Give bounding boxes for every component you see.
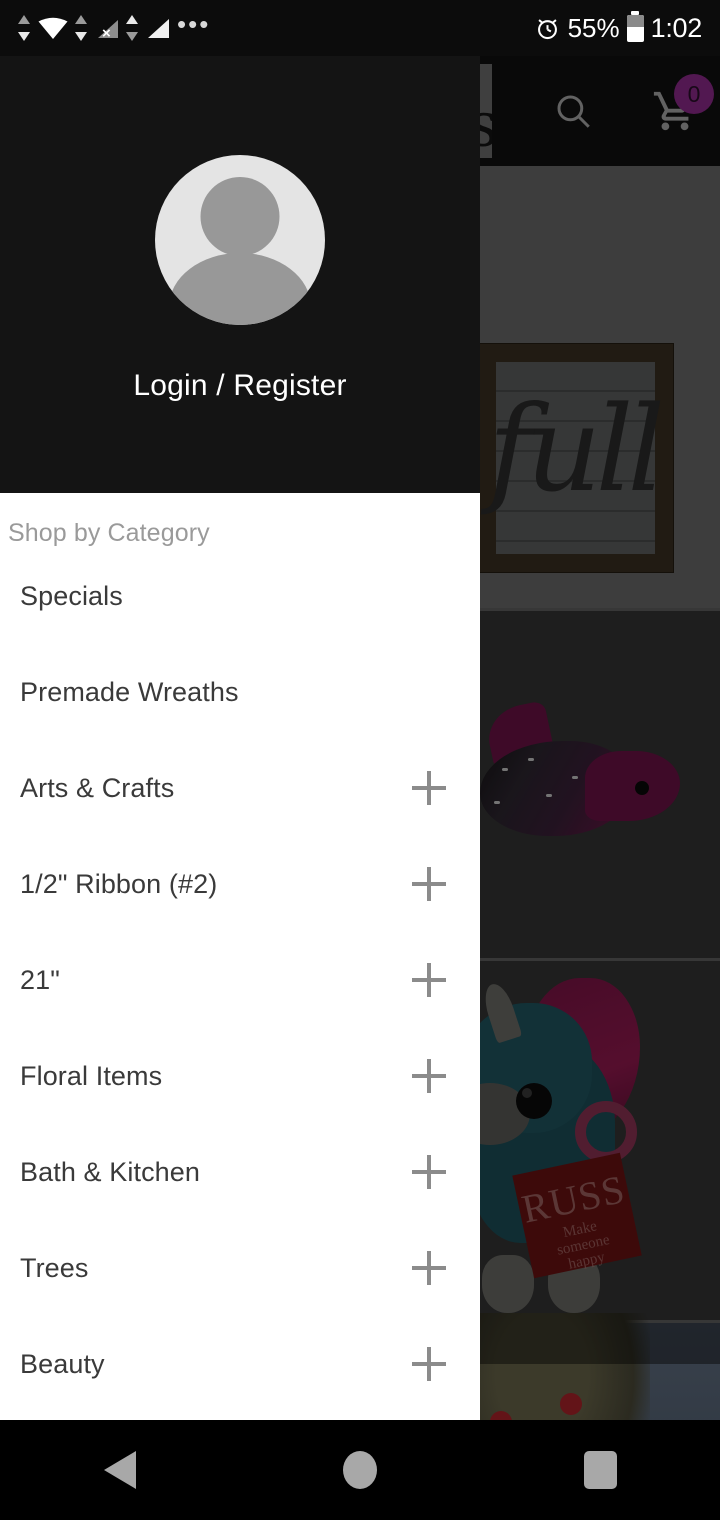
menu-item-label: Premade Wreaths (20, 676, 239, 707)
login-register-button[interactable]: Login / Register (133, 369, 346, 403)
battery-percent-label: 55% (567, 12, 620, 43)
menu-item[interactable]: Premade Wreaths (0, 644, 480, 740)
menu-item-label: Floral Items (20, 1060, 163, 1091)
menu-item-label: Bath & Kitchen (20, 1156, 201, 1187)
recents-button[interactable] (583, 1451, 617, 1489)
expand-plus-icon[interactable] (412, 1251, 446, 1285)
menu-item[interactable]: Arts & Crafts (0, 740, 480, 836)
data-transfer-icon (126, 13, 139, 43)
expand-plus-icon[interactable] (412, 771, 446, 805)
menu-item-label: 1/2" Ribbon (#2) (20, 868, 218, 899)
menu-item[interactable]: Beauty (0, 1316, 480, 1412)
expand-plus-icon[interactable] (412, 1347, 446, 1381)
status-bar: × ••• 55% 1:02 (0, 0, 720, 56)
battery-icon (626, 10, 644, 42)
expand-plus-icon[interactable] (412, 1059, 446, 1093)
navigation-drawer: Login / Register Shop by Category Specia… (0, 56, 480, 1420)
menu-item[interactable]: Autumn/Halloween (0, 1412, 480, 1420)
data-transfer-icon (75, 13, 88, 43)
data-transfer-icon (18, 13, 31, 43)
menu-item-label: Arts & Crafts (20, 772, 175, 803)
menu-item[interactable]: Bath & Kitchen (0, 1124, 480, 1220)
drawer-menu-list: Shop by Category Specials Premade Wreaths… (0, 493, 480, 1420)
expand-plus-icon[interactable] (412, 867, 446, 901)
phone-screen: s 0 full RUSS Make someone happy Login /… (0, 0, 720, 1520)
menu-item-label: Beauty (20, 1348, 105, 1379)
menu-item-label: 21" (20, 964, 60, 995)
signal-no-sim-icon: × (94, 16, 120, 42)
drawer-header[interactable]: Login / Register (0, 56, 480, 493)
system-navigation-bar (0, 1420, 720, 1520)
wifi-icon (37, 16, 69, 40)
shop-by-category-title: Shop by Category (8, 519, 210, 547)
status-bar-right-icons: 55% 1:02 (534, 10, 703, 44)
menu-items-container: Specials Premade Wreaths Arts & Crafts 1/2"… (0, 548, 480, 1420)
home-button[interactable] (342, 1451, 377, 1489)
menu-item[interactable]: Specials (0, 548, 480, 644)
status-bar-left-icons: × ••• (18, 8, 211, 43)
menu-item-label: Specials (20, 580, 123, 611)
menu-item[interactable]: Trees (0, 1220, 480, 1316)
clock-label: 1:02 (650, 12, 703, 43)
expand-plus-icon[interactable] (412, 1155, 446, 1189)
back-button[interactable] (103, 1451, 136, 1489)
expand-plus-icon[interactable] (412, 963, 446, 997)
alarm-icon (534, 15, 561, 42)
avatar (155, 155, 325, 325)
menu-item[interactable]: Floral Items (0, 1028, 480, 1124)
menu-item[interactable]: 1/2" Ribbon (#2) (0, 836, 480, 932)
menu-item[interactable]: 21" (0, 932, 480, 1028)
more-icon: ••• (177, 8, 211, 39)
menu-item-label: Trees (20, 1252, 89, 1283)
signal-icon (145, 16, 171, 40)
